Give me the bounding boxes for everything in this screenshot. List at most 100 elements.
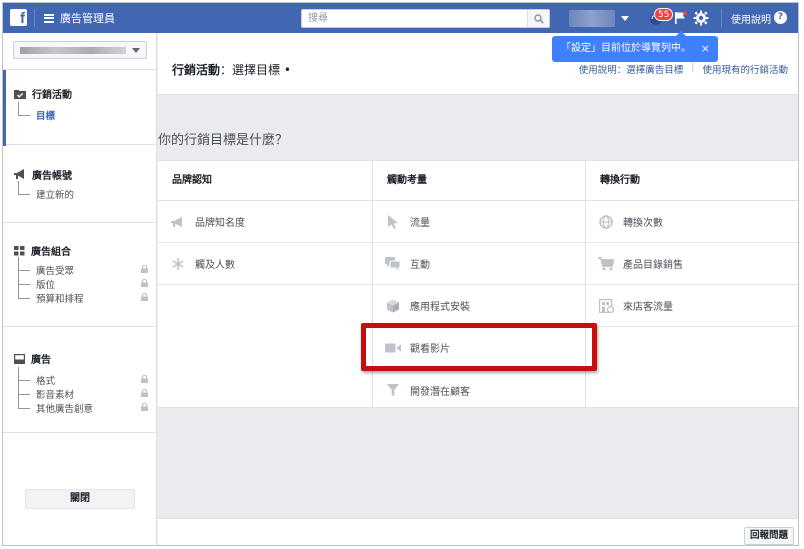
objective-catalog-sales[interactable]: 產品目錄銷售 xyxy=(586,243,798,285)
snowflake-icon xyxy=(172,257,184,270)
sidebar-subitem-label: 目標 xyxy=(36,111,56,122)
cube-icon xyxy=(387,299,399,312)
chat-bubbles-icon xyxy=(385,257,401,270)
flag-icon[interactable] xyxy=(674,11,687,25)
objective-store-visits[interactable]: 來店客流量 xyxy=(586,285,798,327)
sidebar-subitem-budget-schedule[interactable]: 預算和排程 xyxy=(18,291,148,305)
folder-check-icon xyxy=(14,89,26,99)
sidebar-item-label: 廣告帳號 xyxy=(32,171,72,182)
gear-icon[interactable] xyxy=(693,10,709,26)
sidebar-subitem-label: 版位 xyxy=(36,280,56,291)
sidebar-item-ad-set[interactable]: 廣告組合 xyxy=(14,243,71,258)
lock-icon xyxy=(141,389,148,397)
tree-branch xyxy=(18,291,30,299)
objective-brand-awareness[interactable]: 品牌知名度 xyxy=(158,201,372,243)
sidebar-subitem-label: 格式 xyxy=(36,376,56,387)
objective-traffic[interactable]: 流量 xyxy=(373,201,585,243)
objective-label: 品牌知名度 xyxy=(195,218,245,229)
sidebar-subitem-other-creative[interactable]: 其他廣告創意 xyxy=(18,401,148,415)
account-switcher[interactable] xyxy=(569,9,631,28)
lock-icon xyxy=(141,265,148,273)
column-awareness: 品牌認知 品牌知名度 觸及人數 xyxy=(158,161,372,409)
sidebar-item-campaign[interactable]: 行銷活動 xyxy=(14,86,72,101)
topbar-divider xyxy=(34,9,35,27)
tree-branch xyxy=(18,387,30,395)
objective-engagement[interactable]: 互動 xyxy=(373,243,585,285)
tree-branch xyxy=(18,108,30,116)
search-box xyxy=(301,9,550,28)
objective-app-installs[interactable]: 應用程式安裝 xyxy=(373,285,585,327)
search-input[interactable] xyxy=(302,10,524,27)
use-existing-campaign-link[interactable]: 使用現有的行銷活動 xyxy=(702,62,788,76)
ad-box-icon xyxy=(14,353,25,364)
objective-label: 觸及人數 xyxy=(195,260,235,271)
notification-badge: 55 xyxy=(654,8,674,21)
tree-branch xyxy=(18,277,30,285)
cursor-icon xyxy=(388,214,398,229)
grid-icon xyxy=(14,245,25,255)
sidebar-item-ad[interactable]: 廣告 xyxy=(14,351,51,366)
sidebar-subitem-label: 廣告受眾 xyxy=(36,266,75,277)
sidebar-section-ad-account: 廣告帳號 建立新的 xyxy=(3,145,156,223)
help-question-icon[interactable]: ? xyxy=(774,11,787,24)
page-title-bold: 行銷活動 xyxy=(172,63,221,77)
ad-account-select[interactable] xyxy=(13,41,147,59)
objective-label: 轉換次數 xyxy=(623,218,663,229)
footer-bar: 回報問題 xyxy=(158,518,798,545)
column-consideration: 觸動考量 流量 互動 應用程式安裝 觀看影片 開發潛在顧客 xyxy=(372,161,586,409)
megaphone-icon xyxy=(171,216,182,227)
objective-label: 流量 xyxy=(410,218,430,229)
sidebar-item-label: 廣告組合 xyxy=(31,247,71,258)
page-title: 行銷活動：選擇目標 • xyxy=(172,61,291,78)
tree-branch xyxy=(18,401,30,409)
sidebar-subitem-label: 影音素材 xyxy=(36,390,75,401)
sidebar-subitem-objective[interactable]: 目標 xyxy=(18,108,148,122)
objective-label: 開發潛在顧客 xyxy=(410,386,470,398)
store-icon xyxy=(598,298,614,313)
search-button[interactable] xyxy=(527,10,549,27)
sidebar-subitem-media[interactable]: 影音素材 xyxy=(18,387,148,401)
lock-icon xyxy=(141,279,148,287)
close-icon[interactable]: × xyxy=(701,36,710,62)
topbar-divider xyxy=(721,9,722,27)
sidebar: 行銷活動 目標 廣告帳號 建立新的 廣告組合 廣告受眾 版位 預算和排程 廣告 … xyxy=(3,33,157,545)
active-indicator xyxy=(3,70,6,146)
sidebar-subitem-label: 建立新的 xyxy=(36,190,75,201)
chevron-down-icon xyxy=(621,16,629,21)
lock-icon xyxy=(141,293,148,301)
facebook-logo[interactable]: f xyxy=(10,9,27,26)
help-objective-link[interactable]: 使用說明：選擇廣告目標 xyxy=(579,62,684,76)
column-header: 觸動考量 xyxy=(373,161,585,201)
objective-label: 應用程式安裝 xyxy=(410,302,470,313)
column-conversion: 轉換行動 轉換次數 產品目錄銷售 來店客流量 xyxy=(586,161,798,409)
objective-label: 互動 xyxy=(410,260,430,271)
account-name-blurred xyxy=(569,10,615,27)
sidebar-subitem-placements[interactable]: 版位 xyxy=(18,277,148,291)
header-links: 使用說明：選擇廣告目標 | 使用現有的行銷活動 xyxy=(579,62,788,76)
page-title-rest: ：選擇目標 • xyxy=(220,63,291,77)
sidebar-subitem-format[interactable]: 格式 xyxy=(18,373,148,387)
objective-conversions[interactable]: 轉換次數 xyxy=(586,201,798,243)
sidebar-section-ad: 廣告 格式 影音素材 其他廣告創意 xyxy=(3,327,156,433)
settings-tooltip: 「設定」目前位於導覽列中。 × xyxy=(552,31,718,62)
sidebar-subitem-label: 預算和排程 xyxy=(36,294,84,305)
tree-branch xyxy=(18,187,30,195)
sidebar-subitem-audience[interactable]: 廣告受眾 xyxy=(18,263,148,277)
funnel-icon xyxy=(387,383,399,396)
sidebar-item-ad-account[interactable]: 廣告帳號 xyxy=(14,167,72,182)
report-problem-button[interactable]: 回報問題 xyxy=(743,527,794,545)
objective-reach[interactable]: 觸及人數 xyxy=(158,243,372,285)
objective-lead-generation[interactable]: 開發潛在顧客 xyxy=(373,369,585,411)
sidebar-subitem-create-new[interactable]: 建立新的 xyxy=(18,187,148,201)
ads-manager-menu-button[interactable]: 廣告管理員 xyxy=(44,10,115,26)
sidebar-item-label: 廣告 xyxy=(31,355,51,366)
close-button[interactable]: 關閉 xyxy=(25,489,135,509)
hamburger-icon xyxy=(44,13,54,23)
globe-icon xyxy=(599,214,613,229)
chevron-down-icon xyxy=(132,48,140,53)
objective-question: 你的行銷目標是什麼？ xyxy=(158,133,289,148)
help-link[interactable]: 使用說明 xyxy=(731,11,771,26)
objective-label: 來店客流量 xyxy=(623,302,673,313)
lock-icon xyxy=(141,403,148,411)
sidebar-subitem-label: 其他廣告創意 xyxy=(36,404,94,415)
